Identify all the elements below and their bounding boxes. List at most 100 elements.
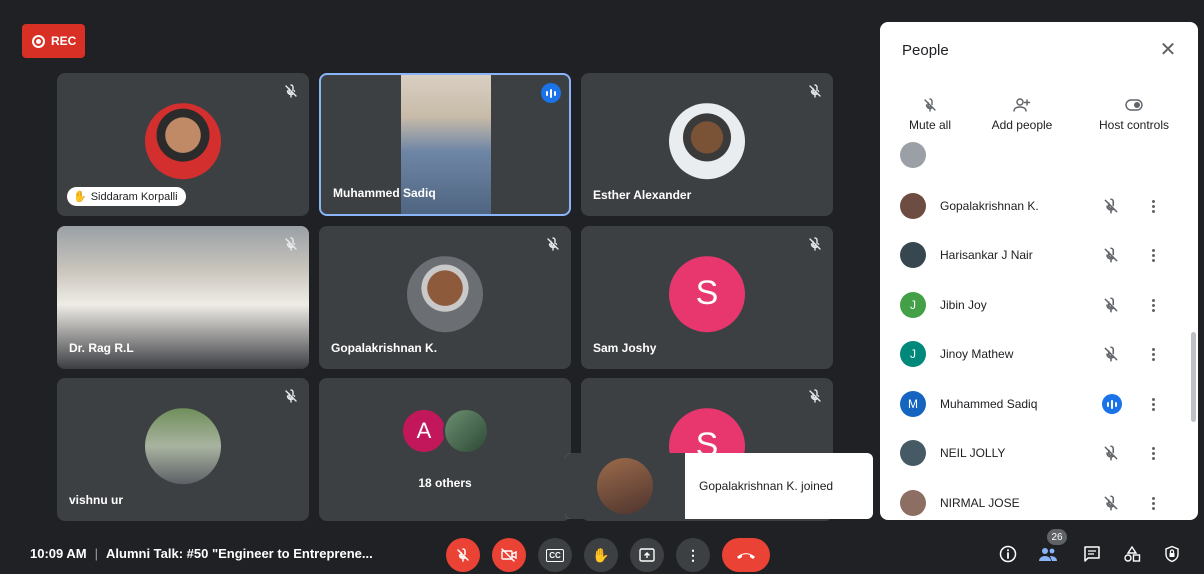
more-options-icon[interactable] [1150, 397, 1156, 411]
people-panel: People ✕ Mute all Add people Host contro… [880, 22, 1198, 520]
bottom-bar: 10:09 AM | Alumni Talk: #50 "Engineer to E… [0, 534, 1204, 574]
camera-off-icon [501, 548, 517, 562]
meeting-details[interactable]: 10:09 AM | Alumni Talk: #50 "Engineer to E… [30, 546, 373, 561]
list-item[interactable]: J Jinoy Mathew [880, 334, 1190, 374]
host-controls-bar-button[interactable] [1162, 544, 1182, 564]
panel-scrollbar[interactable] [1191, 332, 1196, 422]
avatar [900, 142, 926, 168]
more-options-icon[interactable] [1150, 199, 1156, 213]
action-label: Mute all [908, 118, 952, 132]
participant-count-badge: 26 [1047, 529, 1067, 545]
participant-tile[interactable]: Gopalakrishnan K. [319, 226, 571, 369]
action-label: Host controls [1098, 118, 1170, 132]
participant-name: NEIL JOLLY [940, 446, 1006, 460]
leave-call-button[interactable] [722, 538, 770, 572]
list-item[interactable]: Harisankar J Nair [880, 235, 1190, 275]
activities-button[interactable] [1122, 544, 1142, 564]
participant-name: Sam Joshy [593, 341, 657, 355]
panel-title: People [902, 42, 949, 59]
list-item[interactable]: NIRMAL JOSE [880, 483, 1190, 520]
participant-name: Jinoy Mathew [940, 347, 1014, 361]
mic-off-icon [285, 84, 297, 98]
list-item[interactable]: J Jibin Joy [880, 285, 1190, 325]
others-count: 18 others [418, 476, 472, 490]
meeting-info-button[interactable] [998, 544, 1018, 564]
panel-actions: Mute all Add people Host controls [880, 92, 1198, 152]
shield-lock-icon [1165, 545, 1179, 563]
more-options-icon[interactable] [1150, 446, 1156, 460]
participant-name: Dr. Rag R.L [69, 341, 134, 355]
participant-name: Gopalakrishnan K. [940, 199, 1039, 213]
participant-tile[interactable]: ✋ Siddaram Korpalli [57, 73, 309, 216]
avatar-letter: S [669, 255, 745, 332]
participant-name: Harisankar J Nair [940, 248, 1033, 262]
mic-off-icon [285, 389, 297, 403]
more-vert-icon: ⋮ [686, 546, 700, 563]
more-options-icon[interactable] [1150, 298, 1156, 312]
meeting-title: Alumni Talk: #50 "Engineer to Entreprene… [106, 546, 373, 561]
join-notification: Gopalakrishnan K. joined [565, 453, 873, 519]
avatar [900, 242, 926, 268]
add-person-icon [972, 92, 1072, 118]
host-controls-button[interactable]: Host controls [1084, 92, 1184, 132]
others-tile[interactable]: A 18 others [319, 378, 571, 521]
present-icon [639, 548, 655, 562]
people-button[interactable] [1038, 544, 1058, 564]
hang-up-icon [737, 553, 755, 559]
participant-name: vishnu ur [69, 493, 124, 507]
chat-icon [1084, 546, 1100, 562]
participant-tile[interactable]: Esther Alexander [581, 73, 833, 216]
participant-tile[interactable]: Dr. Rag R.L [57, 226, 309, 369]
meet-window: REC ✋ Siddaram Korpalli Muhammed Sadiq E… [0, 0, 1204, 574]
mic-off-icon [547, 237, 559, 251]
participant-name: Siddaram Korpalli [90, 190, 178, 203]
participant-tile-active[interactable]: Muhammed Sadiq [319, 73, 571, 216]
mic-off-icon [457, 548, 469, 562]
list-item[interactable]: Gopalakrishnan K. [880, 186, 1190, 226]
raise-hand-button[interactable]: ✋ [584, 538, 618, 572]
hand-raised-icon: ✋ [73, 191, 87, 203]
record-icon [32, 34, 45, 48]
toast-avatar [565, 453, 685, 519]
speaking-icon [541, 83, 561, 103]
camera-toggle-button[interactable] [492, 538, 526, 572]
recording-badge: REC [22, 24, 85, 58]
present-button[interactable] [630, 538, 664, 572]
avatar [900, 193, 926, 219]
mute-all-button[interactable]: Mute all [880, 92, 980, 132]
speaking-icon [1102, 394, 1122, 414]
mic-off-icon [1104, 495, 1118, 511]
captions-button[interactable]: CC [538, 538, 572, 572]
list-item[interactable]: M Muhammed Sadiq [880, 384, 1190, 424]
avatar-letter: A [401, 408, 447, 454]
more-options-icon[interactable] [1150, 496, 1156, 510]
participant-name: NIRMAL JOSE [940, 496, 1020, 510]
avatar [145, 407, 221, 484]
more-options-icon[interactable] [1150, 248, 1156, 262]
chat-button[interactable] [1082, 544, 1102, 564]
participant-name: Gopalakrishnan K. [331, 341, 438, 355]
participant-tile[interactable]: S Sam Joshy [581, 226, 833, 369]
participant-name: Muhammed Sadiq [333, 186, 436, 200]
mic-off-icon [809, 389, 821, 403]
mic-off-icon [1104, 297, 1118, 313]
more-options-icon[interactable] [1150, 347, 1156, 361]
recording-label: REC [51, 34, 77, 48]
participant-name: Jibin Joy [940, 298, 987, 312]
mic-off-icon [1104, 346, 1118, 362]
participant-name: Muhammed Sadiq [940, 397, 1038, 411]
participant-tile[interactable]: vishnu ur [57, 378, 309, 521]
list-item[interactable]: NEIL JOLLY [880, 433, 1190, 473]
avatar [900, 490, 926, 516]
add-people-button[interactable]: Add people [972, 92, 1072, 132]
close-icon[interactable]: ✕ [1158, 40, 1178, 60]
more-options-button[interactable]: ⋮ [676, 538, 710, 572]
name-pill: ✋ Siddaram Korpalli [67, 187, 186, 206]
people-icon [1039, 548, 1057, 561]
mic-toggle-button[interactable] [446, 538, 480, 572]
toggle-icon [1084, 92, 1184, 118]
hand-icon: ✋ [592, 546, 610, 563]
captions-icon: CC [546, 548, 564, 562]
avatar [145, 102, 221, 179]
avatar [669, 102, 745, 179]
